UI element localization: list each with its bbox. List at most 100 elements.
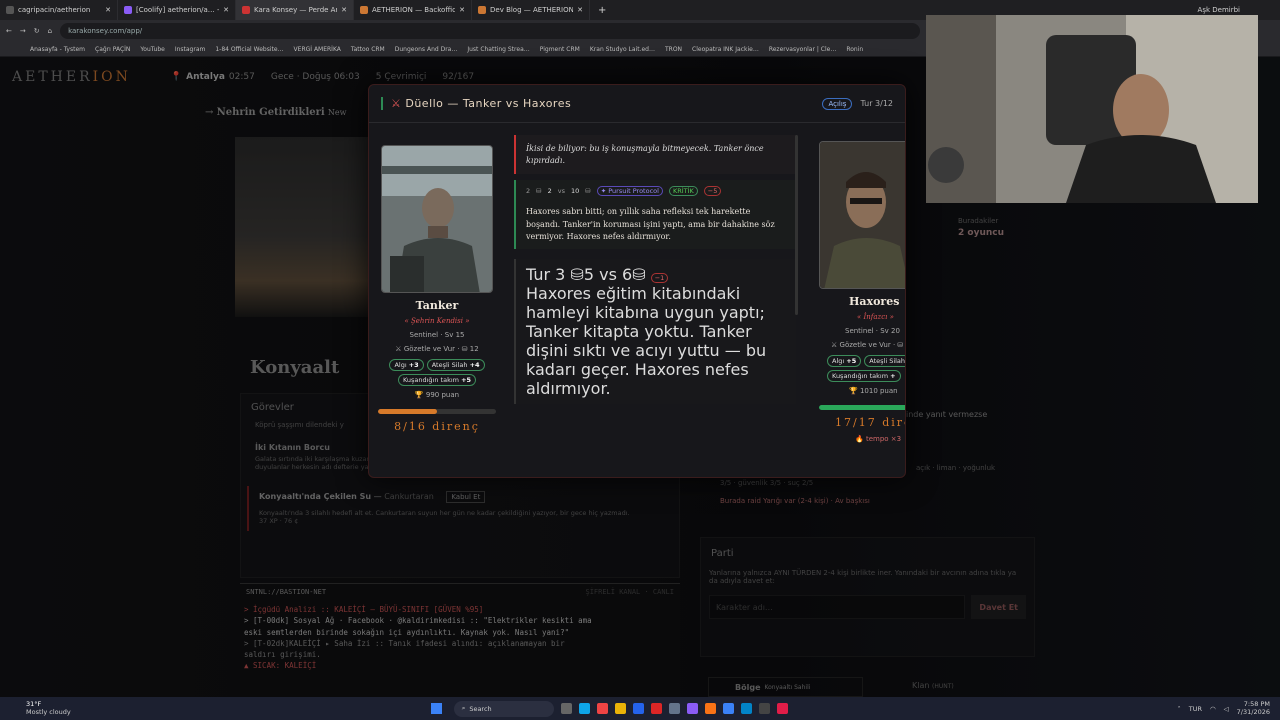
bookmark[interactable]: Tattoo CRM [351, 46, 385, 53]
bookmark[interactable]: YouTube [140, 46, 164, 53]
duel-modal: ⚔ Düello — Tanker vs Haxores Açılış Tur … [368, 84, 906, 478]
coolify-icon [124, 6, 132, 14]
skill-tag: Ateşli Silah [864, 355, 905, 367]
bookmark[interactable]: Just Chatting Strea… [467, 46, 529, 53]
hp-fill [378, 409, 437, 414]
app-icon[interactable] [704, 703, 716, 714]
skill-tag: Kuşandığın takım + [827, 370, 901, 382]
hp-fill [819, 405, 905, 410]
browser-tab[interactable]: Dev Blog — AETHERION ✕ [472, 0, 590, 20]
bookmark[interactable]: Çağrı PAÇİN [95, 46, 130, 53]
weather-widget[interactable]: 31°F Mostly cloudy [0, 701, 71, 715]
crit-badge: KRİTİK [668, 186, 698, 197]
combat-log: İkisi de biliyor: bu iş konuşmayla bitme… [514, 135, 796, 475]
webcam-overlay [926, 15, 1258, 203]
tempo-badge: 🔥 tempo ×3 [855, 435, 902, 443]
fighter-left: Tanker « Şehrin Kendisi » Sentinel · Sv … [377, 145, 497, 433]
bookmark[interactable]: Pigment CRM [540, 46, 580, 53]
webcam-image [926, 15, 1258, 203]
bookmark[interactable]: Dungeons And Dra… [395, 46, 458, 53]
browser-tab-active[interactable]: Kara Konsey — Perde Aralanıyo✕ [236, 0, 354, 20]
app-icon[interactable] [776, 703, 788, 714]
bookmark[interactable]: Rezervasyonlar | Cle… [769, 46, 836, 53]
site-icon [360, 6, 368, 14]
trophy-icon: 🏆 [849, 387, 860, 395]
taskbar-search[interactable]: ⌕ Search [453, 700, 554, 717]
new-tab-icon[interactable]: + [598, 5, 606, 16]
windows-start-icon[interactable] [430, 703, 442, 714]
wifi-icon[interactable]: ◠ [1210, 705, 1216, 713]
bookmark[interactable]: Ronin [846, 46, 863, 53]
app-icon[interactable] [740, 703, 752, 714]
bookmark[interactable]: TRON [665, 46, 682, 53]
app-icon[interactable] [632, 703, 644, 714]
modal-title: ⚔ Düello — Tanker vs Haxores [381, 97, 571, 110]
dice-icon: ⛁ [632, 265, 646, 285]
fighter-style: ⚔ Gözetle ve Vur · ⛁ [831, 341, 904, 349]
log-entry: 2 ⛁ 2 vs 10 ⛁ ✦ Pursuit Protocol KRİTİK −5… [514, 180, 796, 250]
bookmark[interactable]: 1-84 Official Website… [215, 46, 283, 53]
skill-tag: Algı +3 [389, 359, 424, 371]
dice-icon: ⛁ [585, 187, 591, 196]
flame-icon: 🔥 [855, 435, 866, 443]
fighter-style: ⚔ Gözetle ve Vur · ⛁ 12 [395, 345, 479, 353]
edge-icon[interactable] [578, 703, 590, 714]
skill-tag: Ateşli Silah +4 [426, 359, 485, 371]
github-icon [6, 6, 14, 14]
bookmark[interactable]: Anasayfa - Tystem [30, 46, 85, 53]
lang-indicator[interactable]: TUR [1189, 705, 1202, 713]
folder-icon[interactable] [614, 703, 626, 714]
close-icon[interactable]: ✕ [223, 6, 229, 14]
log-entry: Tur 3 ⛁5 vs 6⛁ −1 Haxores eğitim kitabın… [514, 259, 796, 405]
phase-badge: Açılış [822, 97, 853, 110]
hp-bar [378, 409, 496, 414]
discord-icon[interactable] [686, 703, 698, 714]
fighter-right: Haxores « İnfazcı » Sentinel · Sv 20 ⚔ G… [819, 141, 905, 443]
home-icon[interactable]: ⌂ [48, 27, 52, 35]
hp-text: 17/17 direnç [835, 416, 905, 429]
site-icon [478, 6, 486, 14]
damage-badge: −5 [703, 186, 722, 197]
fighter-title: « Şehrin Kendisi » [404, 317, 470, 325]
back-icon[interactable]: ← [6, 27, 12, 35]
bookmark[interactable]: VERGİ AMERİKA [294, 46, 341, 53]
browser-tab[interactable]: AETHERION — Backoffice ✕ [354, 0, 472, 20]
damage-badge: −1 [650, 273, 669, 284]
browser-tab[interactable]: [Coolify] aetherion/a… - Deploy✕ [118, 0, 236, 20]
browser-tab[interactable]: cagripacin/aetherion ✕ [0, 0, 118, 20]
log-scrollbar[interactable] [795, 135, 798, 315]
app-icon[interactable] [758, 703, 770, 714]
site-icon [242, 6, 250, 14]
clock[interactable]: 7:58 PM 7/31/2026 [1237, 701, 1270, 715]
bookmark[interactable]: Instagram [175, 46, 206, 53]
steam-icon[interactable] [668, 703, 680, 714]
task-view-icon[interactable] [560, 703, 572, 714]
close-icon[interactable]: ✕ [105, 6, 111, 14]
app-icon[interactable] [722, 703, 734, 714]
close-icon[interactable]: ✕ [341, 6, 347, 14]
swords-icon: ⚔ [395, 345, 404, 353]
modal-header: ⚔ Düello — Tanker vs Haxores Açılış Tur … [369, 85, 905, 123]
taskbar: 31°F Mostly cloudy ⌕ Search ˄ TUR ◠ ◁ 7:5… [0, 697, 1280, 720]
dice-icon: ⛁ [570, 265, 584, 285]
close-icon[interactable]: ✕ [577, 6, 583, 14]
fighter-class: Sentinel · Sv 15 [409, 331, 465, 339]
forward-icon[interactable]: → [20, 27, 26, 35]
chrome-icon[interactable] [596, 703, 608, 714]
reload-icon[interactable]: ↻ [34, 27, 40, 35]
app-icon[interactable] [650, 703, 662, 714]
hp-text: 8/16 direnç [394, 420, 480, 433]
bookmark[interactable]: Cleopatra INK Jackie… [692, 46, 759, 53]
chevron-up-icon[interactable]: ˄ [1177, 705, 1180, 713]
fighter-class: Sentinel · Sv 20 [845, 327, 900, 335]
fighter-title: « İnfazcı » [857, 313, 894, 321]
swords-icon: ⚔ [391, 97, 406, 110]
log-text: Haxores eğitim kitabındaki hamleyi kitab… [526, 284, 767, 399]
profile-name[interactable]: Aşk Demirbi [1198, 6, 1240, 14]
close-icon[interactable]: ✕ [459, 6, 465, 14]
url-field[interactable]: karakonsey.com/app/ [60, 23, 921, 39]
fighter-name: Haxores [849, 295, 900, 308]
skill-tag: Algı +5 [827, 355, 862, 367]
bookmark[interactable]: Kran Studyo Lait.ed… [590, 46, 655, 53]
volume-icon[interactable]: ◁ [1224, 705, 1229, 713]
